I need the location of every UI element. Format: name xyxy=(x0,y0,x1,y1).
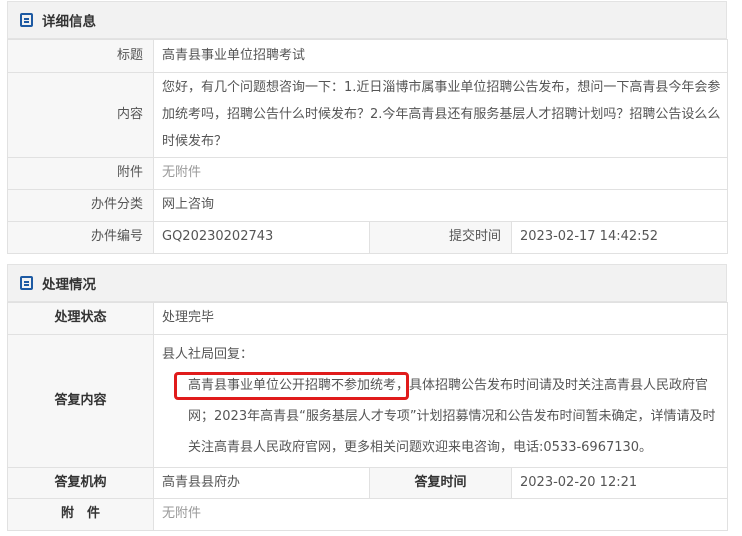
highlight-box xyxy=(174,372,409,400)
submit-time-label: 提交时间 xyxy=(369,221,512,254)
number-value: GQ20230202743 xyxy=(153,221,370,254)
org-row: 答复机构 高青县县府办 答复时间 2023-02-20 12:21 xyxy=(7,467,729,499)
submit-time-value: 2023-02-17 14:42:52 xyxy=(511,221,728,254)
number-label: 办件编号 xyxy=(7,221,154,254)
reply-row: 答复内容 县人社局回复： 高青县事业单位公开招聘不参加统考，具体招聘公告发布时间… xyxy=(7,334,729,468)
handling-attachment-value: 无附件 xyxy=(152,498,729,531)
reply-line-1: 县人社局回复： xyxy=(162,347,254,362)
detail-table: 标题 高青县事业单位招聘考试 内容 您好，有几个问题想咨询一下：1.近日淄博市属… xyxy=(7,39,728,254)
attachment-value: 无附件 xyxy=(153,157,728,190)
attachment-row: 附件 无附件 xyxy=(7,157,728,190)
document-list-icon xyxy=(20,276,33,290)
handling-panel-header: 处理情况 xyxy=(7,264,727,302)
reply-time-label: 答复时间 xyxy=(369,467,512,499)
status-label: 处理状态 xyxy=(7,302,154,335)
status-row: 处理状态 处理完毕 xyxy=(7,302,729,335)
category-value: 网上咨询 xyxy=(153,189,728,222)
handling-panel: 处理情况 处理状态 处理完毕 答复内容 县人社局回复： 高青县事业单位公开招聘不… xyxy=(7,264,729,531)
content-row: 内容 您好，有几个问题想咨询一下：1.近日淄博市属事业单位招聘公告发布，想问一下… xyxy=(7,72,728,158)
status-value: 处理完毕 xyxy=(152,302,729,335)
title-label: 标题 xyxy=(7,39,154,73)
handling-attachment-row: 附 件 无附件 xyxy=(7,498,729,531)
handling-table: 处理状态 处理完毕 答复内容 县人社局回复： 高青县事业单位公开招聘不参加统考，… xyxy=(7,302,729,531)
number-row: 办件编号 GQ20230202743 提交时间 2023-02-17 14:42… xyxy=(7,221,728,254)
title-row: 标题 高青县事业单位招聘考试 xyxy=(7,39,728,73)
category-label: 办件分类 xyxy=(7,189,154,222)
org-label: 答复机构 xyxy=(7,467,154,499)
document-list-icon xyxy=(20,13,33,27)
reply-line-2: 高青县事业单位公开招聘不参加统考，具体招聘公告发布时间请及时关注高青县人民政府官… xyxy=(162,370,727,463)
reply-label: 答复内容 xyxy=(7,334,154,468)
reply-content: 县人社局回复： 高青县事业单位公开招聘不参加统考，具体招聘公告发布时间请及时关注… xyxy=(154,335,727,467)
handling-attachment-label: 附 件 xyxy=(7,498,154,531)
org-value: 高青县县府办 xyxy=(153,467,370,499)
handling-panel-title: 处理情况 xyxy=(42,277,96,293)
detail-panel-title: 详细信息 xyxy=(42,14,96,30)
detail-panel-header: 详细信息 xyxy=(7,1,727,39)
reply-time-value: 2023-02-20 12:21 xyxy=(510,467,729,499)
content-label: 内容 xyxy=(7,72,154,158)
detail-panel: 详细信息 标题 高青县事业单位招聘考试 内容 您好，有几个问题想咨询一下：1.近… xyxy=(7,1,728,254)
title-value: 高青县事业单位招聘考试 xyxy=(153,39,728,73)
attachment-label: 附件 xyxy=(7,157,154,190)
category-row: 办件分类 网上咨询 xyxy=(7,189,728,222)
content-value: 您好，有几个问题想咨询一下：1.近日淄博市属事业单位招聘公告发布，想问一下高青县… xyxy=(162,80,721,149)
